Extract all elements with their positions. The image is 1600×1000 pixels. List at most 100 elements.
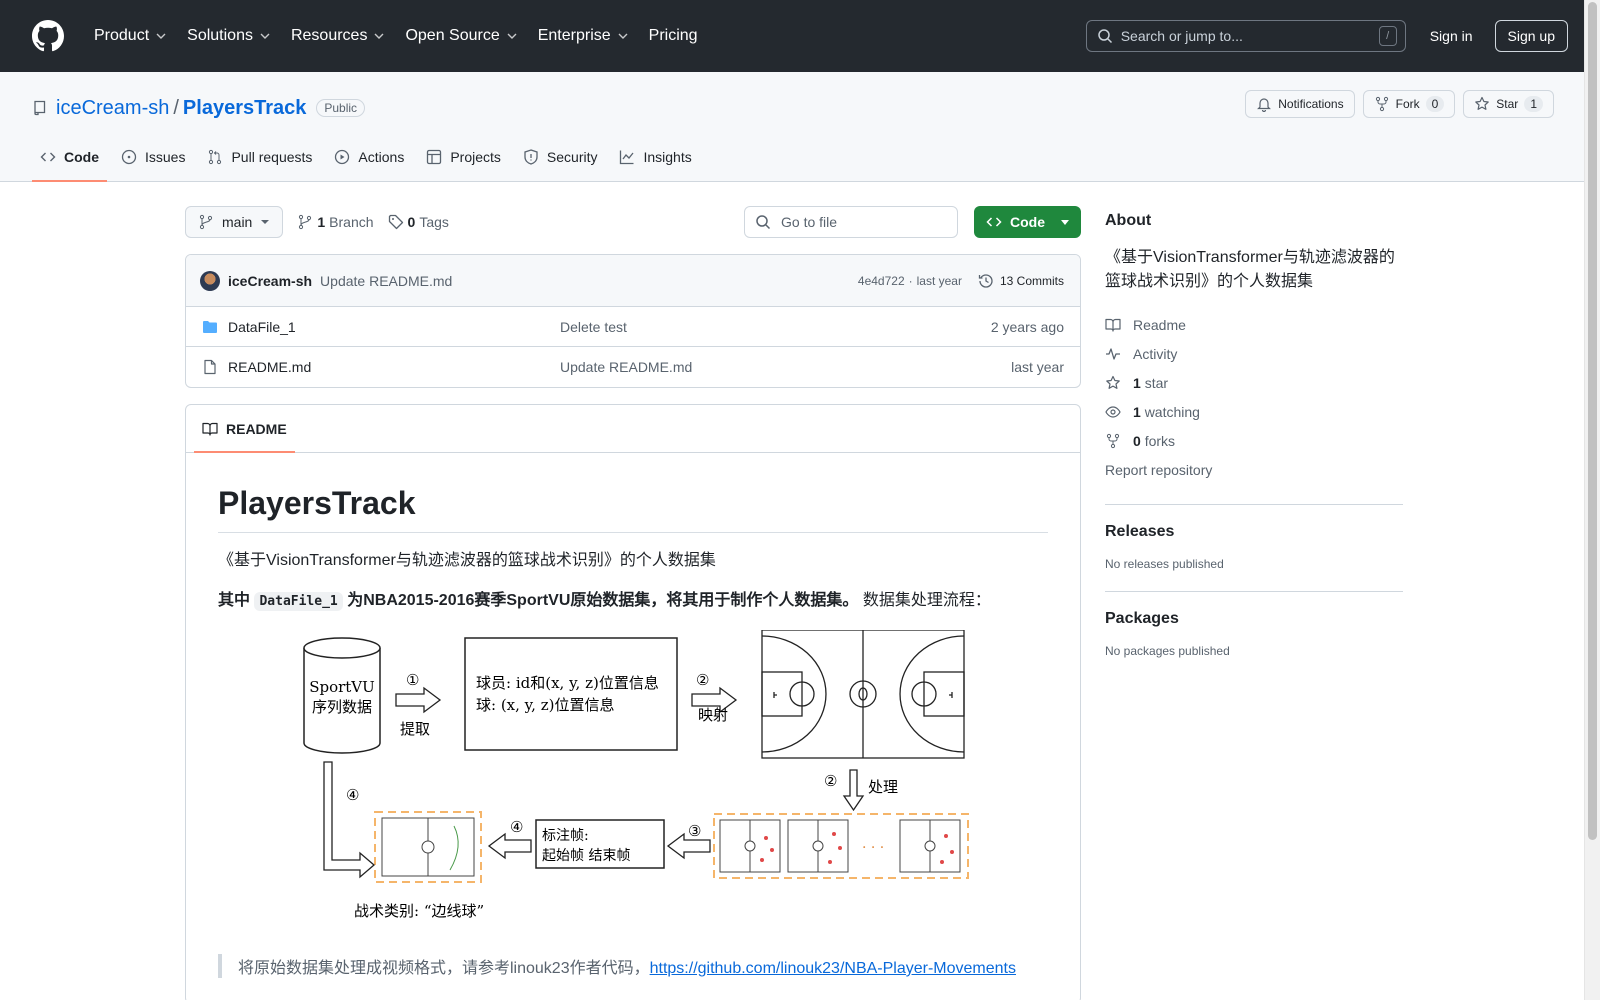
history-icon [978,273,993,288]
forks-label: forks [1144,432,1176,449]
fork-button[interactable]: Fork 0 [1362,90,1456,118]
chevron-down-icon [507,33,517,39]
tag-count: 0 [407,214,416,230]
readme-body: PlayersTrack 《基于VisionTransformer与轨迹滤波器的… [186,453,1080,978]
tab-projects-label: Projects [450,149,501,165]
nav-resources[interactable]: Resources [283,20,393,52]
tab-code[interactable]: Code [32,133,107,182]
search-placeholder: Search or jump to... [1120,28,1243,44]
page-scrollbar[interactable] [1584,0,1600,1000]
tags-link[interactable]: 0 Tags [388,214,449,230]
commits-link[interactable]: 13 Commits [978,273,1064,289]
issue-icon [121,149,137,165]
stars-link[interactable]: 1 star [1105,368,1403,397]
branch-name: main [222,214,253,230]
fork-icon [1106,433,1120,448]
branches-link[interactable]: 1 Branch [297,214,374,230]
watching-label: watching [1144,403,1200,420]
star-button[interactable]: Star 1 [1463,90,1554,118]
watching-link[interactable]: 1 watching [1105,397,1403,426]
activity-link[interactable]: Activity [1105,339,1403,368]
about-heading: About [1105,212,1152,229]
star-label: Star [1496,97,1519,111]
tab-projects[interactable]: Projects [418,133,509,181]
packages-heading[interactable]: Packages [1105,610,1403,628]
folder-icon [203,320,217,333]
left-arrow-icon [487,832,532,860]
report-repository-link[interactable]: Report repository [1105,455,1403,484]
pipeline-diagram: SportVU 序列数据 ① 提取 球员: id和(x, y, z)位置信息 球… [303,630,969,920]
file-row[interactable]: README.md Update README.md last year [186,347,1080,387]
visibility-badge: Public [316,99,366,117]
tab-insights[interactable]: Insights [611,133,699,181]
tab-issues[interactable]: Issues [113,133,193,181]
notifications-button[interactable]: Notifications [1245,90,1355,118]
file-commit-message[interactable]: Delete test [560,319,991,335]
file-row[interactable]: DataFile_1 Delete test 2 years ago [186,307,1080,347]
graph-icon [620,150,634,165]
tab-readme[interactable]: README [194,405,295,453]
forks-link[interactable]: 0 forks [1105,426,1403,455]
branch-count: 1 [317,214,326,230]
releases-heading[interactable]: Releases [1105,523,1403,541]
global-header: Product Solutions Resources Open Source … [0,0,1600,72]
file-name[interactable]: DataFile_1 [228,319,560,335]
step3-number: ③ [688,822,701,840]
nav-product[interactable]: Product [86,20,175,52]
fork-count: 0 [1425,96,1445,112]
commit-author[interactable]: iceCream-sh [228,273,312,289]
fork-label: Fork [1395,97,1420,111]
quote-text: 将原始数据集处理成视频格式，请参考linouk23作者代码， [238,960,650,977]
sign-in-link[interactable]: Sign in [1430,28,1473,44]
quote-link[interactable]: https://github.com/linouk23/NBA-Player-M… [650,960,1016,977]
nav-resources-label: Resources [290,27,368,44]
fork-icon [1375,96,1388,112]
tab-security-label: Security [546,149,598,165]
tab-pull-requests[interactable]: Pull requests [199,133,320,181]
book-icon [202,422,218,436]
branch-icon [299,214,312,230]
tactic-label: 战术类别: “边线球” [354,902,484,920]
db-label-2: 序列数据 [312,698,372,716]
nav-solutions-label: Solutions [187,27,253,44]
search-shortcut-key: / [1378,26,1397,46]
file-list: iceCream-sh Update README.md 4e4d722 · l… [185,254,1081,388]
commit-message[interactable]: Update README.md [320,273,452,289]
tag-count-label: Tags [419,214,449,230]
file-name[interactable]: README.md [228,359,560,375]
pulse-icon [1106,347,1120,360]
search-input[interactable]: Search or jump to... / [1085,20,1406,52]
sign-up-button[interactable]: Sign up [1494,20,1568,52]
repo-owner-link[interactable]: iceCream-sh [56,97,169,120]
about-sidebar: About 《基于VisionTransformer与轨迹滤波器的篮球战术识别》… [1105,206,1403,658]
nav-pricing[interactable]: Pricing [641,20,706,52]
repo-name-link[interactable]: PlayersTrack [183,97,306,120]
readme-intro: 《基于VisionTransformer与轨迹滤波器的篮球战术识别》的个人数据集 [218,552,716,569]
search-icon [1097,29,1112,44]
right-arrow-icon [395,686,442,714]
nav-enterprise[interactable]: Enterprise [530,20,637,52]
global-nav: Product Solutions Resources Open Source … [86,20,706,52]
branch-select-button[interactable]: main [185,206,284,238]
scrollbar-thumb[interactable] [1588,2,1597,840]
label-line-2: 起始帧 结束帧 [542,848,630,864]
commit-hash[interactable]: 4e4d722 [858,274,905,288]
tab-security[interactable]: Security [515,133,606,181]
repo-header: iceCream-sh / PlayersTrack Public Notifi… [0,72,1600,182]
commit-meta: 4e4d722 · last year 13 Commits [858,273,1064,289]
tab-issues-label: Issues [145,149,186,165]
code-dropdown-button[interactable]: Code [974,206,1081,238]
nav-open-source[interactable]: Open Source [397,20,525,52]
github-logo-icon[interactable] [32,20,64,52]
tab-actions[interactable]: Actions [326,133,412,181]
file-commit-message[interactable]: Update README.md [560,359,1011,375]
branch-count-label: Branch [329,214,374,230]
go-to-file-input[interactable]: Go to file [744,206,958,238]
nav-solutions[interactable]: Solutions [179,20,279,52]
readme-tabs: README [186,405,1080,453]
main-content: main 1 Branch 0 Tags Go to file Code ice… [185,206,1081,1000]
avatar[interactable] [200,270,220,291]
header-right: Search or jump to... / Sign in Sign up [1085,20,1568,52]
tab-code-label: Code [64,149,99,165]
readme-link[interactable]: Readme [1105,310,1403,339]
